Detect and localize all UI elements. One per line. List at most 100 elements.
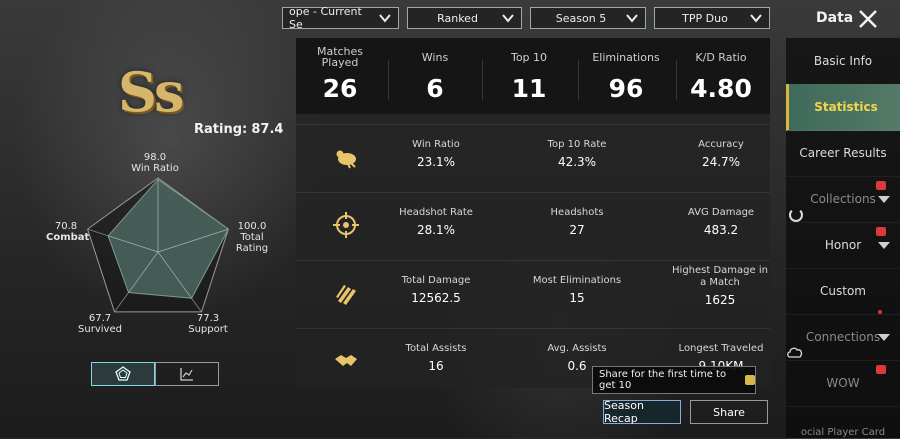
sidebar-item-career-results[interactable]: Career Results xyxy=(786,130,900,177)
radar-label-support: 77.3 Support xyxy=(184,313,232,335)
ranked-dropdown-value: Ranked xyxy=(437,11,478,25)
stat-total-damage: Total Damage 12562.5 xyxy=(366,275,506,305)
chevron-down-icon xyxy=(379,14,391,23)
stat-label: Top 10 Rate xyxy=(547,139,607,150)
summary-kd-label: K/D Ratio xyxy=(695,51,747,64)
gift-icon xyxy=(876,227,886,236)
radar-name-win-ratio: Win Ratio xyxy=(131,163,179,174)
summary-top10: Top 10 11 xyxy=(494,38,564,114)
rating: Rating: 87.4 xyxy=(194,122,283,137)
sidebar-item-label: ocial Player Card xyxy=(800,427,886,438)
summary-wins-value: 6 xyxy=(426,74,444,103)
rating-value: 87.4 xyxy=(251,122,284,137)
perspective-dropdown-value: TPP Duo xyxy=(682,11,728,25)
stat-label: Headshot Rate xyxy=(399,207,473,218)
sidebar: Basic Info Statistics Career Results Col… xyxy=(786,38,900,439)
crosshair-icon xyxy=(333,212,359,238)
radar-label-survived: 67.7 Survived xyxy=(76,313,124,335)
sidebar-item-label: Basic Info xyxy=(813,54,873,68)
stat-label: Longest Traveled xyxy=(678,343,764,354)
radar-mode-button[interactable] xyxy=(91,362,155,386)
summary-top10-value: 11 xyxy=(511,74,547,103)
divider xyxy=(482,60,483,100)
stat-label: Total Assists xyxy=(405,343,467,354)
stat-label: Highest Damage in a Match xyxy=(672,265,768,288)
season-dropdown-value: Season 5 xyxy=(555,11,607,25)
page-title: Data xyxy=(816,10,854,26)
divider xyxy=(676,60,677,100)
ranked-dropdown[interactable]: Ranked xyxy=(407,7,522,29)
stat-accuracy: Accuracy 24.7% xyxy=(651,139,791,169)
line-mode-button[interactable] xyxy=(155,362,219,386)
sidebar-item-custom[interactable]: Custom xyxy=(786,268,900,315)
stat-headshots: Headshots 27 xyxy=(507,207,647,237)
tier-badge: Ss xyxy=(118,60,184,124)
sidebar-item-label: Honor xyxy=(824,238,862,252)
summary-top10-label: Top 10 xyxy=(510,51,548,64)
stat-total-assists: Total Assists 16 xyxy=(366,343,506,373)
stat-label: Total Damage xyxy=(401,275,471,286)
line-chart-icon xyxy=(180,368,193,381)
radar-value-combat: 70.8 xyxy=(54,221,78,232)
sidebar-item-basic-info[interactable]: Basic Info xyxy=(786,38,900,85)
stats-panel: Matches Played 26 Wins 6 Top 10 11 Elimi… xyxy=(296,38,770,388)
stat-value: 42.3% xyxy=(557,155,597,169)
summary-eliminations: Eliminations 96 xyxy=(586,38,666,114)
stat-label: AVG Damage xyxy=(687,207,755,218)
sidebar-item-honor[interactable]: Honor xyxy=(786,222,900,269)
stat-label: Avg. Assists xyxy=(547,343,607,354)
summary-kd: K/D Ratio 4.80 xyxy=(686,38,756,114)
rating-label: Rating: xyxy=(194,122,248,137)
chevron-down-icon xyxy=(750,14,762,23)
stat-label: Accuracy xyxy=(698,139,744,150)
close-icon[interactable] xyxy=(857,8,879,30)
season-recap-button[interactable]: Season Recap xyxy=(603,399,681,425)
sidebar-item-label: Career Results xyxy=(799,146,887,160)
summary-matches-label: Matches Played xyxy=(316,45,364,69)
stat-value: 483.2 xyxy=(703,223,739,237)
chevron-down-icon xyxy=(878,334,890,341)
radar-value-win-ratio: 98.0 xyxy=(143,152,167,163)
radar-name-combat: Combat xyxy=(46,232,90,243)
cloud-download-icon[interactable] xyxy=(786,346,804,358)
perspective-dropdown[interactable]: TPP Duo xyxy=(654,7,770,29)
stat-label: Win Ratio xyxy=(412,139,460,150)
stat-value: 16 xyxy=(428,359,444,373)
gift-icon xyxy=(876,181,886,190)
radar-label-combat: 70.8 Combat xyxy=(46,221,90,243)
mode-dropdown-value: ope - Current Se xyxy=(289,5,362,31)
sidebar-item-label: Statistics xyxy=(814,100,878,114)
summary-wins: Wins 6 xyxy=(400,38,470,114)
summary-eliminations-value: 96 xyxy=(608,74,644,103)
summary-kd-value: 4.80 xyxy=(690,74,752,103)
radar-value-support: 77.3 xyxy=(196,313,220,324)
sidebar-item-wow[interactable]: WOW xyxy=(786,360,900,407)
sidebar-item-collections[interactable]: Collections xyxy=(786,176,900,223)
summary-matches-value: 26 xyxy=(322,74,358,103)
stat-value: 12562.5 xyxy=(411,291,461,305)
sidebar-item-social-player-card[interactable]: ocial Player Card xyxy=(786,406,900,439)
sidebar-item-statistics[interactable]: Statistics xyxy=(786,84,900,131)
radar-value-total-rating: 100.0 xyxy=(237,221,267,232)
divider xyxy=(388,60,389,100)
pentagon-icon xyxy=(115,366,131,381)
handshake-icon xyxy=(335,355,357,366)
sidebar-item-label: Collections xyxy=(810,192,876,206)
stat-value: 15 xyxy=(569,291,585,305)
chevron-down-icon xyxy=(878,242,890,249)
chevron-down-icon xyxy=(502,14,514,23)
radar-name-survived: Survived xyxy=(78,324,122,335)
stat-value: 28.1% xyxy=(416,223,456,237)
season-dropdown[interactable]: Season 5 xyxy=(530,7,646,29)
stat-label: Headshots xyxy=(550,207,604,218)
stat-row-damage: Total Damage 12562.5 Most Eliminations 1… xyxy=(296,260,770,327)
summary-matches: Matches Played 26 xyxy=(306,38,374,114)
share-button[interactable]: Share xyxy=(690,400,768,424)
mode-dropdown[interactable]: ope - Current Se xyxy=(282,5,399,31)
stat-value: 23.1% xyxy=(416,155,456,169)
stat-win-ratio: Win Ratio 23.1% xyxy=(366,139,506,169)
coin-icon xyxy=(744,375,755,385)
sidebar-item-label: WOW xyxy=(826,376,860,390)
chevron-down-icon xyxy=(626,14,638,23)
chart-mode-toggle xyxy=(91,362,219,386)
